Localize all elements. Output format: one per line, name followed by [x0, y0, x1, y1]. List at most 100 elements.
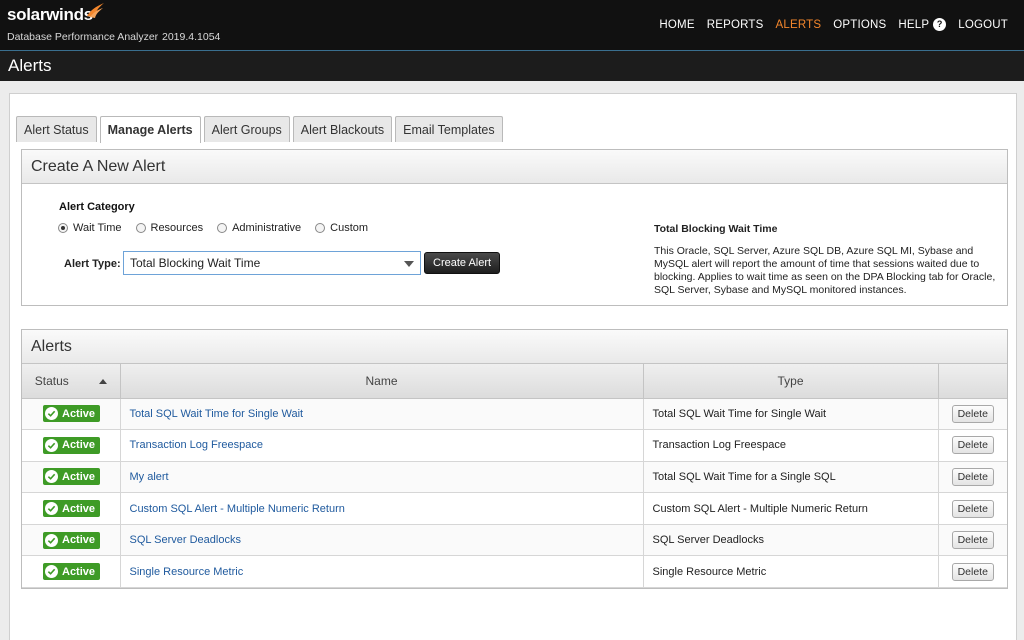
type-cell: Single Resource Metric: [643, 555, 939, 589]
action-cell: Delete: [938, 398, 1007, 431]
status-cell: Active: [22, 429, 121, 462]
alert-type-value: Total Blocking Wait Time: [130, 256, 261, 270]
sort-up-icon: [98, 379, 107, 385]
check-circle-icon: [45, 438, 58, 452]
alerts-panel: Alerts Status Name Type Active Total SQL…: [21, 329, 1008, 589]
nav-logout[interactable]: LOGOUT: [952, 18, 1014, 31]
nav-alerts[interactable]: ALERTS: [770, 18, 828, 31]
table-row: Active Total SQL Wait Time for Single Wa…: [22, 398, 1007, 431]
alert-name-link[interactable]: SQL Server Deadlocks: [130, 534, 241, 546]
alert-category-label: Alert Category: [59, 201, 135, 213]
name-cell: My alert: [120, 461, 644, 494]
tab-alert-blackouts[interactable]: Alert Blackouts: [292, 116, 393, 142]
name-cell: Total SQL Wait Time for Single Wait: [120, 398, 644, 431]
product-version: 2019.4.1054: [162, 31, 221, 43]
status-cell: Active: [22, 492, 121, 525]
action-cell: Delete: [938, 429, 1007, 462]
title-bar: Alerts: [0, 51, 1024, 81]
delete-button[interactable]: Delete: [951, 404, 994, 423]
status-cell: Active: [22, 524, 121, 557]
delete-button[interactable]: Delete: [951, 467, 994, 486]
create-alert-button[interactable]: Create Alert: [424, 252, 501, 274]
delete-button[interactable]: Delete: [951, 436, 994, 455]
logo-text: solarwinds: [7, 5, 93, 24]
column-action: [938, 364, 1007, 399]
check-circle-icon: [45, 407, 58, 421]
alert-name-link[interactable]: Single Resource Metric: [130, 566, 244, 578]
main-content: Alert Status Manage Alerts Alert Groups …: [9, 93, 1017, 640]
status-badge: Active: [43, 436, 101, 454]
table-row: Active Custom SQL Alert - Multiple Numer…: [22, 492, 1007, 525]
help-icon: ?: [933, 18, 947, 31]
alert-description-text: This Oracle, SQL Server, Azure SQL DB, A…: [654, 245, 996, 296]
status-label: Active: [62, 470, 96, 483]
type-cell: Custom SQL Alert - Multiple Numeric Retu…: [643, 492, 939, 525]
check-circle-icon: [45, 470, 58, 484]
check-circle-icon: [45, 565, 58, 579]
name-cell: Single Resource Metric: [120, 555, 644, 589]
alert-category-group: Wait Time Resources Administrative Custo…: [58, 222, 368, 234]
name-cell: Transaction Log Freespace: [120, 429, 644, 462]
nav-home[interactable]: HOME: [653, 18, 700, 31]
alerts-header: Alerts: [22, 330, 1007, 364]
status-badge: Active: [43, 468, 101, 486]
delete-button[interactable]: Delete: [951, 531, 994, 550]
flame-icon: [87, 3, 104, 18]
alert-name-link[interactable]: Custom SQL Alert - Multiple Numeric Retu…: [130, 503, 345, 515]
column-type[interactable]: Type: [643, 364, 939, 399]
alert-name-link[interactable]: My alert: [130, 471, 169, 483]
category-custom[interactable]: Custom: [315, 222, 368, 234]
product-name: Database Performance Analyzer: [7, 31, 159, 43]
chevron-down-icon: [404, 261, 414, 267]
nav-reports[interactable]: REPORTS: [701, 18, 770, 31]
solarwinds-logo[interactable]: solarwinds: [7, 3, 104, 25]
action-cell: Delete: [938, 555, 1007, 589]
alerts-table: Status Name Type Active Total SQL Wait T…: [22, 364, 1007, 589]
status-badge: Active: [43, 563, 101, 581]
nav-help-label: HELP: [898, 18, 930, 31]
action-cell: Delete: [938, 524, 1007, 557]
status-badge: Active: [43, 500, 101, 518]
tab-email-templates[interactable]: Email Templates: [395, 116, 503, 142]
radio-resources[interactable]: [135, 223, 146, 233]
status-label: Active: [62, 502, 96, 515]
page-title: Alerts: [8, 56, 52, 75]
status-label: Active: [62, 439, 96, 452]
tab-alert-status[interactable]: Alert Status: [16, 116, 97, 142]
alert-name-link[interactable]: Total SQL Wait Time for Single Wait: [130, 408, 304, 420]
radio-administrative[interactable]: [217, 223, 228, 233]
category-resources[interactable]: Resources: [135, 222, 204, 234]
category-custom-label: Custom: [330, 222, 369, 234]
column-name[interactable]: Name: [120, 364, 644, 399]
action-cell: Delete: [938, 492, 1007, 525]
status-cell: Active: [22, 555, 121, 589]
column-status-label: Status: [34, 373, 69, 388]
radio-wait-time[interactable]: [58, 223, 68, 233]
tab-alert-groups[interactable]: Alert Groups: [203, 116, 290, 142]
status-badge: Active: [43, 405, 101, 423]
category-administrative-label: Administrative: [232, 222, 302, 234]
alert-name-link[interactable]: Transaction Log Freespace: [130, 439, 264, 451]
table-row: Active Transaction Log Freespace Transac…: [22, 429, 1007, 462]
category-wait-time[interactable]: Wait Time: [58, 222, 122, 234]
name-cell: SQL Server Deadlocks: [120, 524, 644, 557]
column-status[interactable]: Status: [22, 364, 121, 399]
status-badge: Active: [43, 531, 101, 549]
radio-custom[interactable]: [315, 223, 326, 233]
main-nav: HOME REPORTS ALERTS OPTIONS HELP ? LOGOU…: [653, 18, 1014, 31]
name-cell: Custom SQL Alert - Multiple Numeric Retu…: [120, 492, 644, 525]
tab-manage-alerts[interactable]: Manage Alerts: [99, 116, 201, 143]
category-administrative[interactable]: Administrative: [217, 222, 301, 234]
alert-type-select[interactable]: Total Blocking Wait Time: [123, 251, 421, 275]
delete-button[interactable]: Delete: [951, 499, 994, 518]
type-cell: Total SQL Wait Time for Single Wait: [643, 398, 939, 431]
category-wait-time-label: Wait Time: [73, 222, 122, 234]
nav-help[interactable]: HELP ?: [892, 18, 952, 31]
check-circle-icon: [45, 533, 58, 547]
table-row: Active My alert Total SQL Wait Time for …: [22, 461, 1007, 494]
delete-button[interactable]: Delete: [951, 562, 994, 581]
alert-type-label: Alert Type:: [64, 258, 121, 270]
check-circle-icon: [45, 502, 58, 516]
category-resources-label: Resources: [150, 222, 204, 234]
nav-options[interactable]: OPTIONS: [827, 18, 892, 31]
